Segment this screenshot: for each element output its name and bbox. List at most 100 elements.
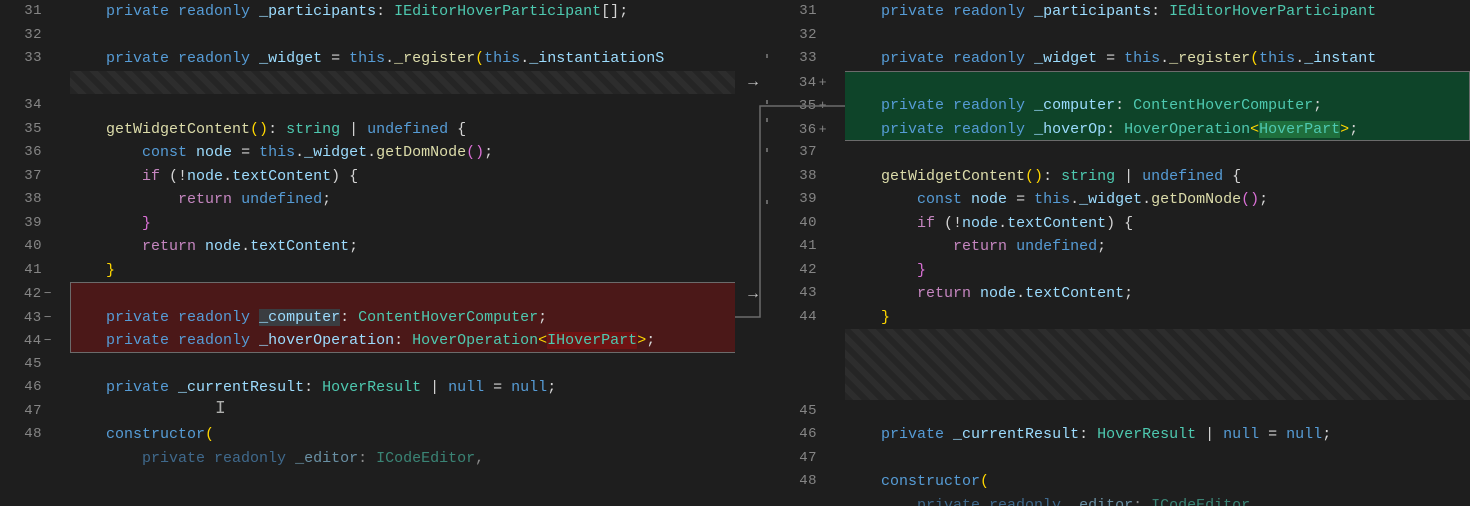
line-number[interactable]: 42: [0, 282, 70, 306]
diff-gutter-middle: → →: [735, 0, 771, 506]
overview-marker: [766, 100, 768, 104]
modified-pane: 31 32 33 34 35 36 37 38 39 40 41 42 43 4…: [771, 0, 1470, 506]
code-line[interactable]: [845, 447, 1470, 471]
code-line[interactable]: const node = this._widget.getDomNode();: [845, 188, 1470, 212]
line-number[interactable]: 36: [771, 118, 845, 142]
code-line[interactable]: [70, 71, 735, 95]
revert-arrow-icon[interactable]: →: [743, 72, 763, 92]
line-number[interactable]: 40: [771, 212, 845, 236]
line-number[interactable]: [771, 329, 845, 353]
code-line[interactable]: if (!node.textContent) {: [70, 165, 735, 189]
line-number[interactable]: 31: [771, 0, 845, 24]
code-line[interactable]: [70, 24, 735, 48]
line-number[interactable]: 44: [771, 306, 845, 330]
code-line[interactable]: [845, 329, 1470, 353]
code-line[interactable]: }: [70, 212, 735, 236]
diff-editor: 31 32 33 34 35 36 37 38 39 40 41 42 43 4…: [0, 0, 1470, 506]
line-number[interactable]: [0, 447, 70, 471]
code-line[interactable]: return undefined;: [845, 235, 1470, 259]
line-number[interactable]: 45: [0, 353, 70, 377]
line-number[interactable]: 44: [0, 329, 70, 353]
code-line[interactable]: getWidgetContent(): string | undefined {: [845, 165, 1470, 189]
code-line[interactable]: private readonly _editor: ICodeEditor,: [70, 447, 735, 471]
line-number[interactable]: 41: [771, 235, 845, 259]
code-line[interactable]: private _currentResult: HoverResult | nu…: [70, 376, 735, 400]
code-line[interactable]: private readonly _editor: ICodeEditor,: [845, 494, 1470, 506]
code-line[interactable]: const node = this._widget.getDomNode();: [70, 141, 735, 165]
code-line[interactable]: }: [70, 259, 735, 283]
line-number[interactable]: 33: [771, 47, 845, 71]
overview-marker: [766, 118, 768, 122]
code-line[interactable]: [70, 353, 735, 377]
line-number[interactable]: 46: [771, 423, 845, 447]
code-line[interactable]: [845, 24, 1470, 48]
line-number[interactable]: [0, 71, 70, 95]
code-line[interactable]: private readonly _hoverOperation: HoverO…: [70, 329, 735, 353]
code-line[interactable]: if (!node.textContent) {: [845, 212, 1470, 236]
code-line[interactable]: return node.textContent;: [70, 235, 735, 259]
overview-marker: [766, 54, 768, 58]
original-pane: 31 32 33 34 35 36 37 38 39 40 41 42 43 4…: [0, 0, 735, 506]
code-line[interactable]: private readonly _hoverOp: HoverOperatio…: [845, 118, 1470, 142]
line-number[interactable]: 40: [0, 235, 70, 259]
line-number[interactable]: 47: [771, 447, 845, 471]
line-number[interactable]: 35: [771, 94, 845, 118]
line-number[interactable]: [771, 376, 845, 400]
code-line[interactable]: constructor(: [70, 423, 735, 447]
code-line[interactable]: [845, 141, 1470, 165]
line-number[interactable]: 32: [771, 24, 845, 48]
code-line[interactable]: }: [845, 259, 1470, 283]
code-line[interactable]: [845, 376, 1470, 400]
gutter-right[interactable]: 31 32 33 34 35 36 37 38 39 40 41 42 43 4…: [771, 0, 845, 506]
line-number[interactable]: 35: [0, 118, 70, 142]
code-line[interactable]: [845, 71, 1470, 95]
line-number[interactable]: 39: [771, 188, 845, 212]
line-number[interactable]: 37: [0, 165, 70, 189]
line-number[interactable]: [771, 494, 845, 506]
line-number[interactable]: 48: [0, 423, 70, 447]
revert-arrow-icon[interactable]: →: [743, 284, 763, 304]
code-line[interactable]: return undefined;: [70, 188, 735, 212]
gutter-left[interactable]: 31 32 33 34 35 36 37 38 39 40 41 42 43 4…: [0, 0, 70, 506]
code-line[interactable]: [845, 353, 1470, 377]
line-number[interactable]: 33: [0, 47, 70, 71]
line-number[interactable]: [771, 353, 845, 377]
line-number[interactable]: 47: [0, 400, 70, 424]
selected-token[interactable]: _computer: [259, 309, 340, 326]
overview-marker: [766, 148, 768, 152]
code-line[interactable]: [70, 400, 735, 424]
original-code[interactable]: private readonly _participants: IEditorH…: [70, 0, 735, 506]
code-line[interactable]: [845, 400, 1470, 424]
line-number[interactable]: 37: [771, 141, 845, 165]
code-line[interactable]: private readonly _widget = this._registe…: [845, 47, 1470, 71]
line-number[interactable]: 38: [0, 188, 70, 212]
line-number[interactable]: 43: [0, 306, 70, 330]
line-number[interactable]: 43: [771, 282, 845, 306]
code-line[interactable]: getWidgetContent(): string | undefined {: [70, 118, 735, 142]
line-number[interactable]: 32: [0, 24, 70, 48]
code-line[interactable]: private readonly _computer: ContentHover…: [845, 94, 1470, 118]
line-number[interactable]: 46: [0, 376, 70, 400]
line-number[interactable]: 39: [0, 212, 70, 236]
code-line[interactable]: private readonly _widget = this._registe…: [70, 47, 735, 71]
code-line[interactable]: [70, 94, 735, 118]
line-number[interactable]: 34: [0, 94, 70, 118]
code-line[interactable]: private readonly _participants: IEditorH…: [70, 0, 735, 24]
code-line[interactable]: private _currentResult: HoverResult | nu…: [845, 423, 1470, 447]
line-number[interactable]: 34: [771, 71, 845, 95]
line-number[interactable]: 38: [771, 165, 845, 189]
line-number[interactable]: 48: [771, 470, 845, 494]
line-number[interactable]: 36: [0, 141, 70, 165]
code-line[interactable]: return node.textContent;: [845, 282, 1470, 306]
line-number[interactable]: 41: [0, 259, 70, 283]
line-number[interactable]: 45: [771, 400, 845, 424]
modified-code[interactable]: private readonly _participants: IEditorH…: [845, 0, 1470, 506]
code-line[interactable]: [70, 282, 735, 306]
overview-marker: [766, 200, 768, 204]
code-line[interactable]: constructor(: [845, 470, 1470, 494]
code-line[interactable]: private readonly _computer: ContentHover…: [70, 306, 735, 330]
line-number[interactable]: 42: [771, 259, 845, 283]
line-number[interactable]: 31: [0, 0, 70, 24]
code-line[interactable]: }: [845, 306, 1470, 330]
code-line[interactable]: private readonly _participants: IEditorH…: [845, 0, 1470, 24]
